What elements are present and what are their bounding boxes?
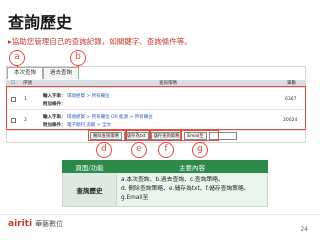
- callout-b: b: [70, 50, 86, 66]
- callout-g: g: [192, 142, 208, 158]
- feature-table-key: 查詢歷史: [62, 172, 117, 207]
- page-number: 24: [300, 226, 308, 233]
- tab-past-query[interactable]: 過去查詢: [43, 67, 79, 79]
- callout-e-highlight: [126, 130, 150, 141]
- company-logo: airiti 華藝數位: [8, 219, 63, 229]
- feature-table-value-line2: d. 刪除查詢策略、e.儲存為txt、f.儲存查詢策略、g.Email至: [121, 186, 250, 201]
- logo-mark: airiti: [8, 219, 33, 229]
- feature-table-value: a.本次查詢、b.過去查詢、c.查詢策略、 d. 刪除查詢策略、e.儲存為txt…: [116, 172, 268, 207]
- feature-table: 頁面/功能 主要內容 查詢歷史 a.本次查詢、b.過去查詢、c.查詢策略、 d.…: [62, 160, 268, 207]
- feature-table-header-page: 頁面/功能: [62, 160, 117, 173]
- footer-divider: [0, 214, 320, 215]
- callout-f: f: [158, 142, 174, 158]
- history-tabs: 本次查詢 過去查詢: [7, 67, 79, 79]
- page-subtitle: ▸協助您管理自己的查詢記錄，如關鍵字、查詢條件等。: [8, 37, 192, 46]
- callout-e: e: [131, 142, 147, 158]
- callout-g-highlight: [181, 130, 219, 141]
- feature-table-header-content: 主要內容: [116, 160, 268, 173]
- callout-d-highlight: [88, 130, 126, 141]
- tab-current-query[interactable]: 本次查詢: [7, 67, 43, 79]
- feature-table-value-line1: a.本次查詢、b.過去查詢、c.查詢策略、: [121, 177, 224, 183]
- callout-b-line: [78, 65, 80, 68]
- logo-text: 華藝數位: [35, 220, 64, 228]
- callout-a-line: [17, 65, 19, 68]
- callout-a: a: [9, 50, 25, 66]
- callout-d: d: [96, 142, 112, 158]
- callout-c-highlight: [6, 86, 306, 130]
- page-title: 查詢歷史: [8, 13, 73, 32]
- callout-f-highlight: [150, 130, 181, 141]
